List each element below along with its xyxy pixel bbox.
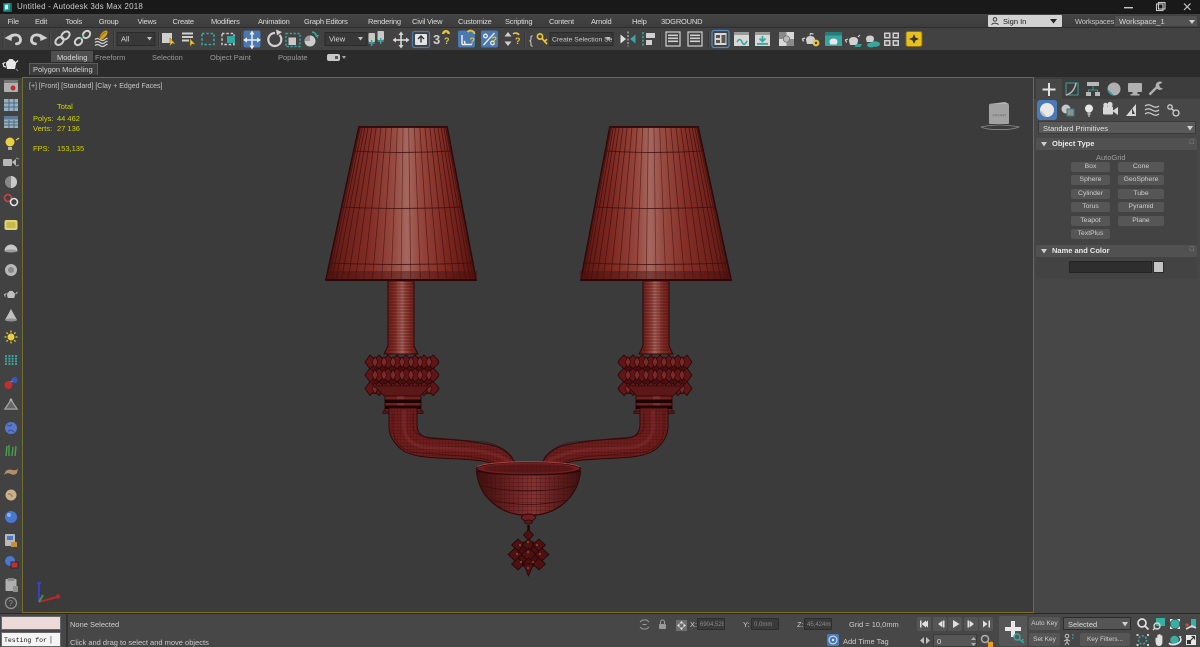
svg-text:FRONT: FRONT [993, 113, 1007, 118]
svg-text:3: 3 [433, 32, 440, 47]
svg-text:?: ? [492, 35, 498, 45]
svg-text:?: ? [515, 36, 521, 46]
svg-text:?: ? [470, 36, 476, 46]
svg-text:{: { [529, 33, 533, 47]
svg-text:Create Selection Se: Create Selection Se [552, 37, 613, 44]
svg-text:View: View [329, 35, 346, 44]
svg-text:?: ? [444, 36, 450, 46]
svg-text:All: All [121, 35, 130, 44]
svg-text:?: ? [9, 599, 14, 608]
